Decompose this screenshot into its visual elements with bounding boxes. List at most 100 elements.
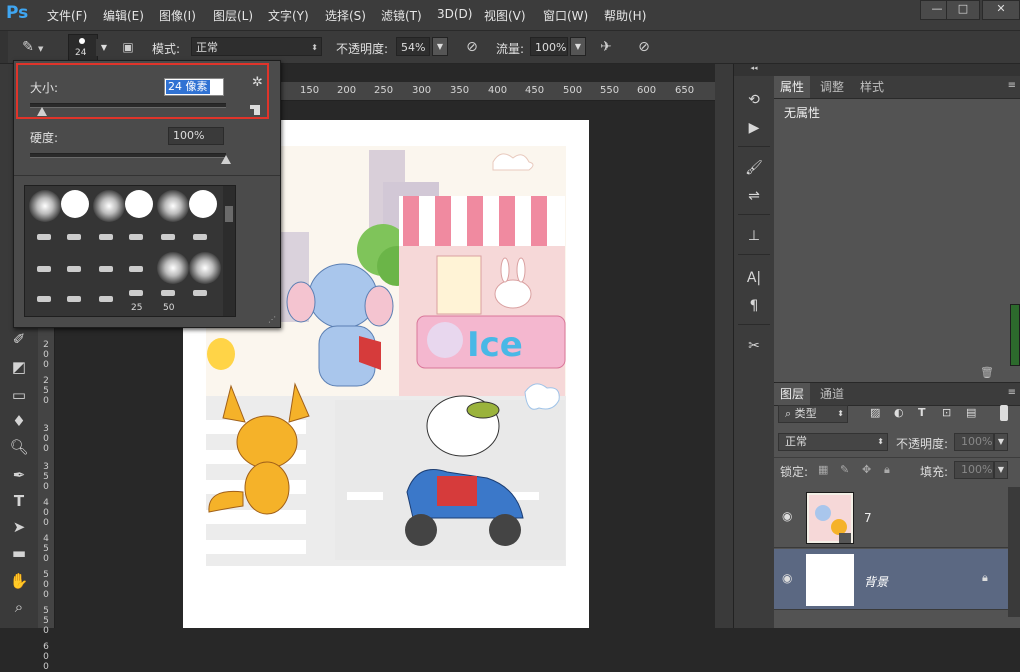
menu-type[interactable]: 文字(Y) (268, 7, 309, 24)
brush-preset-small[interactable] (99, 266, 113, 272)
brush-preset-soft[interactable] (29, 190, 61, 222)
preset-scrollbar[interactable] (223, 186, 235, 316)
brush-tool-icon[interactable]: ✎ (18, 37, 38, 57)
canvas-vertical-scroll[interactable] (715, 64, 733, 628)
layer-opacity-field[interactable]: 100% (954, 433, 994, 451)
brush-preset-hard[interactable] (125, 190, 153, 218)
tool-preset-arrow-icon[interactable]: ▼ (38, 45, 43, 53)
paragraph-icon[interactable]: ¶ (744, 296, 764, 316)
hardness-slider-thumb[interactable] (221, 155, 231, 164)
brush-preset-small[interactable] (193, 290, 207, 296)
brush-preset-small[interactable] (37, 296, 51, 302)
brush-preset-small[interactable] (99, 234, 113, 240)
lock-all-icon[interactable]: 🔒︎ (884, 463, 890, 477)
tab-layers[interactable]: 图层 (774, 383, 811, 405)
options-grip[interactable] (0, 31, 8, 63)
blur-tool-icon[interactable]: ♦ (8, 410, 30, 432)
airbrush-icon[interactable]: ✈ (596, 37, 616, 57)
history-brush-tool-icon[interactable]: ✐ (8, 328, 30, 350)
brush-preset-hard[interactable] (61, 190, 89, 218)
layers-menu-icon[interactable]: ≡ (1008, 387, 1016, 398)
hand-tool-icon[interactable]: ✋ (8, 570, 30, 592)
mode-dropdown[interactable]: 正常 ⬍ (191, 37, 322, 56)
pressure-size-icon[interactable]: ⊘ (634, 37, 654, 57)
close-button[interactable]: ✕ (982, 0, 1020, 20)
type-tool-icon[interactable]: T (8, 490, 30, 512)
path-selection-tool-icon[interactable]: ➤ (8, 516, 30, 538)
filter-smartobject-icon[interactable]: ▤ (966, 406, 976, 419)
panel-menu-icon[interactable]: ≡ (1008, 80, 1016, 91)
brush-panel-icon[interactable]: 🖌︎ (744, 158, 764, 178)
menu-view[interactable]: 视图(V) (484, 7, 526, 24)
visibility-eye-icon[interactable]: ◉ (782, 571, 792, 585)
brush-preset-small[interactable] (99, 296, 113, 302)
opacity-dropdown-arrow-icon[interactable]: ▼ (432, 37, 448, 56)
brush-preset-soft[interactable] (157, 190, 189, 222)
maximize-button[interactable]: □ (946, 0, 980, 20)
actions-icon[interactable]: ▶ (744, 118, 764, 138)
blend-mode-dropdown[interactable]: 正常 ⬍ (778, 433, 888, 451)
brush-preset-soft[interactable] (189, 252, 221, 284)
brush-preset-small[interactable] (37, 266, 51, 272)
trash-icon[interactable]: 🗑︎ (980, 366, 994, 379)
brush-picker-arrow-icon[interactable]: ▼ (96, 39, 112, 56)
menu-3d[interactable]: 3D(D) (437, 7, 472, 21)
menu-edit[interactable]: 编辑(E) (103, 7, 144, 24)
brush-preset-small[interactable] (67, 296, 81, 302)
tab-properties[interactable]: 属性 (774, 76, 811, 98)
pressure-opacity-icon[interactable]: ⊘ (462, 37, 482, 57)
character-icon[interactable]: A| (744, 268, 764, 288)
brush-panel-toggle-icon[interactable]: ▣ (118, 37, 138, 57)
filter-adjustment-icon[interactable]: ◐ (894, 406, 904, 419)
flow-dropdown-arrow-icon[interactable]: ▼ (570, 37, 586, 56)
history-icon[interactable]: ⟲ (744, 90, 764, 110)
lock-pixels-icon[interactable]: ✎ (840, 463, 849, 476)
gradient-tool-icon[interactable]: ▭ (8, 384, 30, 406)
filter-pixel-icon[interactable]: ▨ (870, 406, 880, 419)
brush-preset-picker[interactable]: 24 (68, 34, 98, 62)
filter-type-icon[interactable]: T (918, 406, 926, 419)
layers-scrollbar[interactable] (1008, 487, 1020, 617)
menu-layer[interactable]: 图层(L) (213, 7, 253, 24)
opacity-field[interactable]: 54% (396, 37, 430, 56)
shape-tool-icon[interactable]: ▬ (8, 542, 30, 564)
menu-select[interactable]: 选择(S) (325, 7, 366, 24)
menu-filter[interactable]: 滤镜(T) (381, 7, 422, 24)
panel-scroll-indicator[interactable] (1010, 304, 1020, 366)
menu-help[interactable]: 帮助(H) (604, 7, 646, 24)
brush-preset-small[interactable] (161, 290, 175, 296)
dodge-tool-icon[interactable]: 🔍︎ (8, 436, 30, 458)
brush-preset-hard[interactable] (189, 190, 217, 218)
eraser-tool-icon[interactable]: ◩ (8, 356, 30, 378)
brush-preset-soft[interactable] (93, 190, 125, 222)
tab-channels[interactable]: 通道 (814, 383, 850, 405)
filter-toggle[interactable] (1000, 405, 1008, 421)
tab-adjustments[interactable]: 调整 (814, 76, 850, 98)
filter-shape-icon[interactable]: ⊡ (942, 406, 951, 419)
layer-row-selected[interactable]: ◉ 背景 🔒︎ (774, 549, 1008, 610)
brush-preset-small[interactable] (129, 266, 143, 272)
layer-filter-dropdown[interactable]: ⌕ 类型 ⬍ (778, 405, 848, 423)
lock-position-icon[interactable]: ✥ (862, 463, 871, 476)
layer-row[interactable]: ◉ 7 (774, 487, 1008, 548)
visibility-eye-icon[interactable]: ◉ (782, 509, 792, 523)
tool-presets-icon[interactable]: ✂ (744, 336, 764, 356)
menu-file[interactable]: 文件(F) (47, 7, 87, 24)
tab-styles[interactable]: 样式 (854, 76, 890, 98)
collapse-strip-icon[interactable]: ◂◂ (734, 64, 774, 76)
brush-preset-small[interactable] (37, 234, 51, 240)
fill-field[interactable]: 100% (954, 461, 994, 479)
flow-field[interactable]: 100% (530, 37, 568, 56)
lock-transparent-icon[interactable]: ▦ (818, 463, 828, 476)
preset-scrollbar-thumb[interactable] (225, 206, 233, 222)
brush-preset-small[interactable] (129, 234, 143, 240)
layer-opacity-arrow-icon[interactable]: ▼ (994, 433, 1008, 451)
brush-preset-small[interactable] (129, 290, 143, 296)
brush-preset-small[interactable] (67, 266, 81, 272)
fill-arrow-icon[interactable]: ▼ (994, 461, 1008, 479)
clone-source-icon[interactable]: ⊥ (744, 226, 764, 246)
hardness-input[interactable]: 100% (168, 127, 224, 145)
menu-window[interactable]: 窗口(W) (543, 7, 588, 24)
hardness-slider-track[interactable] (30, 153, 226, 158)
brush-preset-small[interactable] (193, 234, 207, 240)
